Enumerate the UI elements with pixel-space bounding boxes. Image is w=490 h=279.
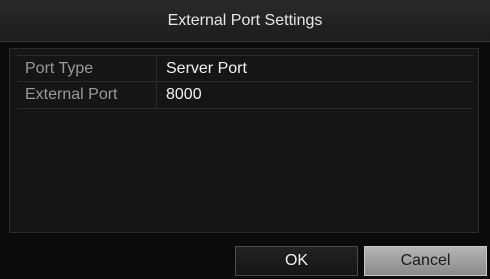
- external-port-label: External Port: [25, 86, 118, 103]
- column-divider: [156, 82, 157, 108]
- settings-panel: Port Type Server Port External Port 8000: [9, 48, 479, 233]
- column-divider: [156, 56, 157, 81]
- external-port-settings-dialog: External Port Settings Port Type Server …: [0, 0, 490, 279]
- dialog-title-bar: External Port Settings: [0, 0, 490, 42]
- external-port-row[interactable]: External Port 8000: [17, 82, 473, 109]
- cancel-button[interactable]: Cancel: [364, 246, 487, 276]
- port-type-value[interactable]: Server Port: [166, 59, 247, 79]
- ok-button[interactable]: OK: [235, 246, 358, 276]
- external-port-field[interactable]: 8000: [166, 85, 202, 105]
- dialog-title: External Port Settings: [167, 11, 323, 29]
- dialog-footer: OK Cancel: [0, 233, 490, 279]
- port-type-label: Port Type: [25, 60, 94, 77]
- port-type-row[interactable]: Port Type Server Port: [17, 55, 473, 82]
